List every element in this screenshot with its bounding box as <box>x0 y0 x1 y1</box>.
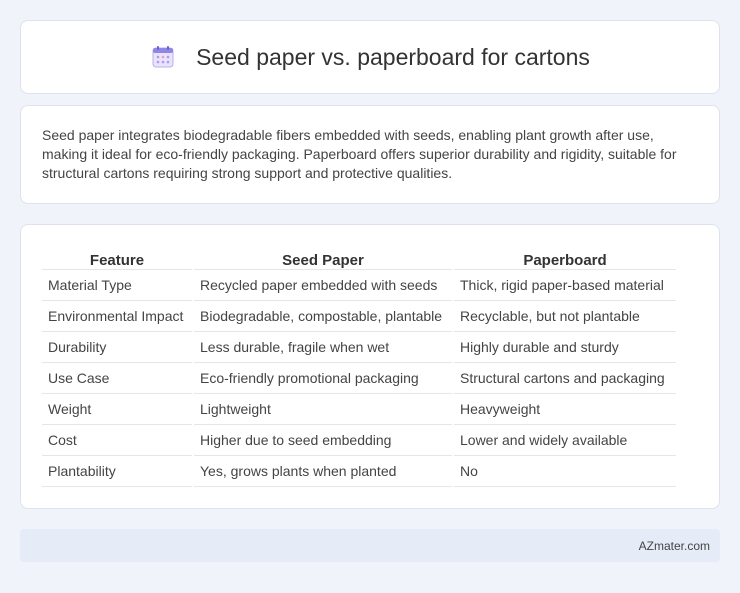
table-row: Environmental Impact Biodegradable, comp… <box>42 301 676 332</box>
table-cell: Thick, rigid paper-based material <box>454 270 676 301</box>
column-header-seed-paper: Seed Paper <box>194 245 452 270</box>
table-cell: No <box>454 456 676 487</box>
table-row: Cost Higher due to seed embedding Lower … <box>42 425 676 456</box>
table-cell: Highly durable and sturdy <box>454 332 676 363</box>
table-cell: Material Type <box>42 270 192 301</box>
column-header-paperboard: Paperboard <box>454 245 676 270</box>
table-cell: Environmental Impact <box>42 301 192 332</box>
table-cell: Use Case <box>42 363 192 394</box>
table-cell: Weight <box>42 394 192 425</box>
table-cell: Cost <box>42 425 192 456</box>
table-cell: Heavyweight <box>454 394 676 425</box>
table-cell: Recycled paper embedded with seeds <box>194 270 452 301</box>
footer-bar: AZmater.com <box>20 529 720 562</box>
description-card: Seed paper integrates biodegradable fibe… <box>20 105 720 204</box>
table-row: Weight Lightweight Heavyweight <box>42 394 676 425</box>
table-cell: Yes, grows plants when planted <box>194 456 452 487</box>
table-row: Use Case Eco-friendly promotional packag… <box>42 363 676 394</box>
table-row: Durability Less durable, fragile when we… <box>42 332 676 363</box>
table-row: Material Type Recycled paper embedded wi… <box>42 270 676 301</box>
table-cell: Higher due to seed embedding <box>194 425 452 456</box>
page-title: Seed paper vs. paperboard for cartons <box>196 43 590 70</box>
table-cell: Lower and widely available <box>454 425 676 456</box>
table-cell: Biodegradable, compostable, plantable <box>194 301 452 332</box>
table-cell: Recyclable, but not plantable <box>454 301 676 332</box>
table-cell: Lightweight <box>194 394 452 425</box>
table-cell: Plantability <box>42 456 192 487</box>
calendar-icon <box>150 44 176 70</box>
table-cell: Structural cartons and packaging <box>454 363 676 394</box>
comparison-card: Feature Seed Paper Paperboard Material T… <box>20 224 720 509</box>
table-cell: Eco-friendly promotional packaging <box>194 363 452 394</box>
description-text: Seed paper integrates biodegradable fibe… <box>42 127 677 181</box>
table-cell: Less durable, fragile when wet <box>194 332 452 363</box>
column-header-feature: Feature <box>42 245 192 270</box>
footer-brand: AZmater.com <box>638 538 710 553</box>
table-row: Plantability Yes, grows plants when plan… <box>42 456 676 487</box>
comparison-table: Feature Seed Paper Paperboard Material T… <box>40 245 678 487</box>
table-header-row: Feature Seed Paper Paperboard <box>42 245 676 270</box>
table-cell: Durability <box>42 332 192 363</box>
title-card: Seed paper vs. paperboard for cartons <box>20 20 720 94</box>
